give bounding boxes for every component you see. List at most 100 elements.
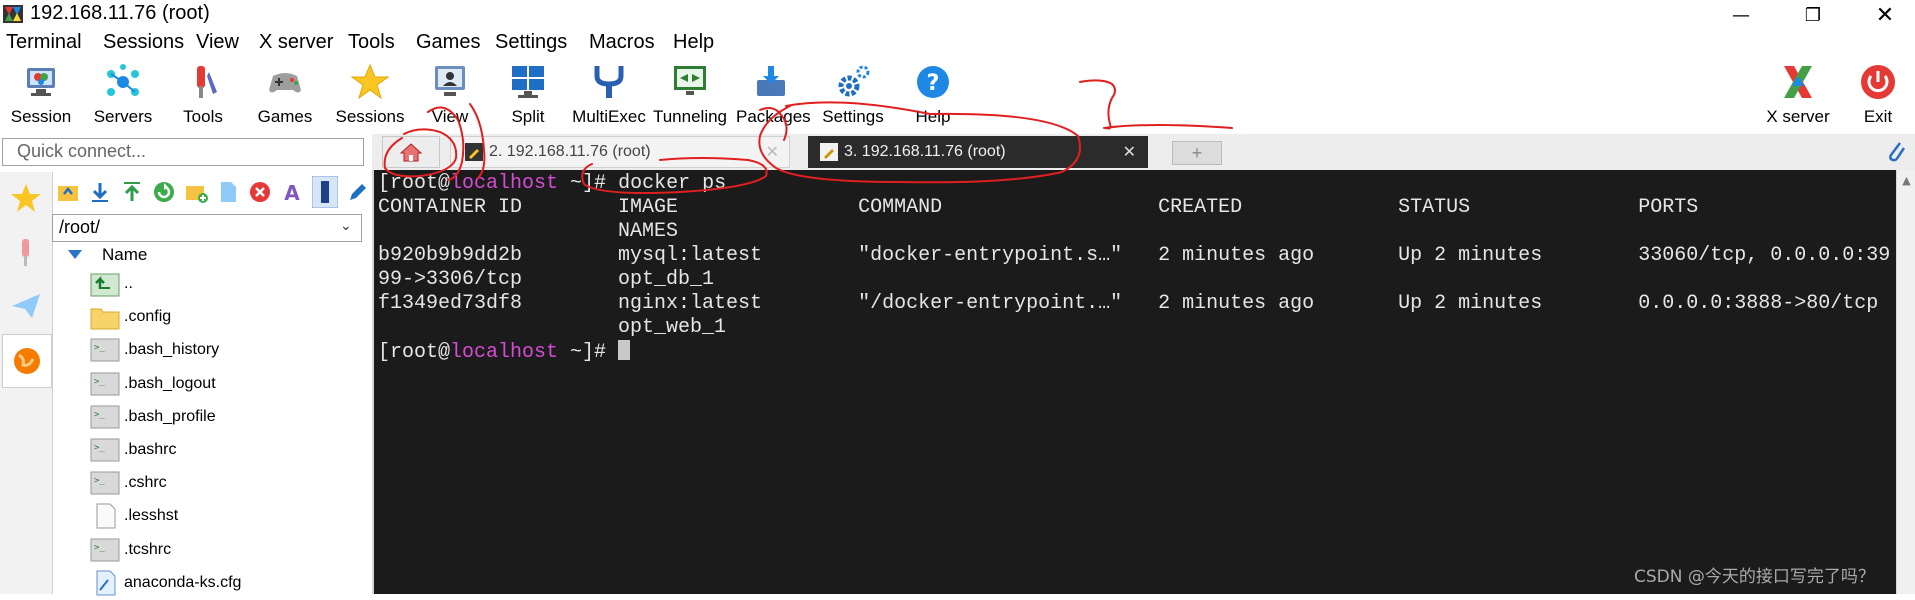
watermark: CSDN @今天的接口写完了吗？ (1634, 567, 1875, 587)
terminal-key-icon (820, 143, 838, 161)
file-name: .. (124, 275, 133, 292)
split-label: Split (511, 107, 545, 126)
script-file-icon: >_ (90, 437, 120, 463)
file-row[interactable]: >_ .bash_history (90, 335, 219, 365)
menu-settings[interactable]: Settings (495, 31, 567, 54)
chevron-down-icon[interactable]: ⌄ (340, 218, 352, 234)
delete-icon[interactable] (248, 180, 272, 204)
menu-tools[interactable]: Tools (348, 31, 395, 54)
download-icon[interactable] (88, 180, 112, 204)
servers-button[interactable]: Servers (88, 62, 158, 126)
scroll-up-icon[interactable]: ▲ (1897, 174, 1915, 187)
terminal-follow-icon[interactable] (312, 176, 338, 208)
script-file-icon: >_ (90, 337, 120, 363)
file-name: .bash_profile (124, 407, 216, 425)
refresh-icon[interactable] (152, 180, 176, 204)
script-file-icon: >_ (90, 470, 120, 496)
quick-connect-input[interactable]: Quick connect... (2, 138, 364, 166)
folder-icon (90, 304, 120, 330)
games-button[interactable]: Games (250, 62, 320, 126)
menu-sessions[interactable]: Sessions (103, 31, 184, 54)
tools-label: Tools (183, 107, 223, 126)
file-row[interactable]: >_ .bash_logout (90, 369, 216, 399)
globe-icon (14, 348, 40, 374)
plus-icon: + (1191, 142, 1203, 163)
tools-button[interactable]: Tools (168, 62, 238, 126)
new-folder-icon[interactable] (184, 180, 208, 204)
terminal-line: 99->3306/tcp opt_db_1 (378, 268, 715, 291)
config-file-icon (90, 570, 120, 596)
terminal-output[interactable]: [root@localhost ~]# docker ps CONTAINER … (378, 172, 1890, 365)
close-icon[interactable]: ✕ (1862, 0, 1908, 30)
tab-session-3[interactable]: 3. 192.168.11.76 (root) ✕ (808, 136, 1148, 168)
servers-icon (107, 64, 139, 96)
file-row[interactable]: .lesshst (90, 501, 178, 531)
tab-session-2-label: 2. 192.168.11.76 (root) (489, 143, 651, 160)
menu-view[interactable]: View (196, 31, 239, 54)
title-bar (0, 0, 1915, 30)
mobaxterm-logo-icon (3, 5, 23, 23)
upload-icon[interactable] (120, 180, 144, 204)
sidebar-tab-sessions[interactable] (2, 172, 50, 224)
help-button[interactable]: ? Help (898, 62, 968, 126)
menu-macros[interactable]: Macros (589, 31, 655, 54)
multiexec-button[interactable]: MultiExec (568, 62, 650, 126)
menu-help[interactable]: Help (673, 31, 714, 54)
sessions-button[interactable]: Sessions (330, 62, 410, 126)
maximize-icon[interactable]: ❐ (1790, 0, 1836, 30)
new-tab-button[interactable]: + (1172, 141, 1222, 165)
remote-path-input[interactable]: /root/ (52, 214, 362, 242)
parent-dir-icon[interactable] (56, 180, 80, 204)
tab-close-icon[interactable]: ✕ (1123, 142, 1136, 162)
view-button[interactable]: View (420, 62, 480, 126)
svg-text:>_: >_ (94, 476, 105, 486)
exit-label: Exit (1863, 107, 1893, 126)
collapse-caret-icon[interactable] (68, 250, 82, 259)
settings-gear-icon (838, 65, 870, 97)
file-row[interactable]: >_ .bashrc (90, 435, 176, 465)
packages-button[interactable]: Packages (736, 62, 811, 126)
gamepad-icon (269, 73, 301, 93)
prompt-close: ~]# (558, 341, 619, 364)
terminal-line: opt_web_1 (378, 316, 727, 339)
tab-session-2[interactable]: 2. 192.168.11.76 (root) ✕ (450, 136, 790, 168)
settings-label: Settings (822, 107, 884, 126)
tab-home[interactable] (382, 136, 440, 168)
exit-button[interactable]: Exit (1848, 62, 1908, 126)
menu-x-server[interactable]: X server (259, 31, 333, 54)
rename-icon[interactable]: A (280, 180, 304, 204)
tunneling-button[interactable]: Tunneling (652, 62, 728, 126)
minimize-icon[interactable]: — (1718, 0, 1764, 30)
file-row[interactable]: .config (90, 302, 171, 332)
script-file-icon: >_ (90, 537, 120, 563)
session-label: Session (10, 107, 72, 126)
file-name: .bash_history (124, 341, 220, 359)
terminal-line: CONTAINER ID IMAGE COMMAND CREATED STATU… (378, 196, 1699, 219)
paperclip-icon[interactable] (1884, 138, 1908, 164)
session-button[interactable]: Session (6, 62, 76, 126)
window-title: 192.168.11.76 (root) (30, 2, 210, 24)
sidebar-tab-macros[interactable] (2, 280, 50, 332)
menu-terminal[interactable]: Terminal (6, 31, 82, 54)
x-server-label: X server (1766, 107, 1830, 126)
sidebar-tab-sftp[interactable] (2, 334, 52, 388)
menu-games[interactable]: Games (416, 31, 480, 54)
name-column-header[interactable]: Name (102, 245, 147, 265)
file-row[interactable]: >_ .cshrc (90, 468, 167, 498)
terminal-scrollbar[interactable]: ▲ (1896, 170, 1915, 594)
file-row[interactable]: .. (90, 269, 133, 299)
file-row[interactable]: anaconda-ks.cfg (90, 568, 241, 598)
terminal-line: NAMES (378, 220, 679, 243)
file-row[interactable]: >_ .bash_profile (90, 402, 216, 432)
games-label: Games (257, 107, 313, 126)
settings-button[interactable]: Settings (818, 62, 888, 126)
pen-icon[interactable] (346, 180, 370, 204)
tab-close-icon[interactable]: ✕ (766, 142, 779, 162)
new-file-icon[interactable] (216, 180, 240, 204)
x-server-button[interactable]: X server (1760, 62, 1836, 126)
tools-icon (22, 239, 29, 266)
sidebar-tab-tools[interactable] (2, 226, 50, 278)
split-button[interactable]: Split (498, 62, 558, 126)
file-row[interactable]: >_ .tcshrc (90, 535, 171, 565)
tunneling-icon (674, 66, 706, 95)
